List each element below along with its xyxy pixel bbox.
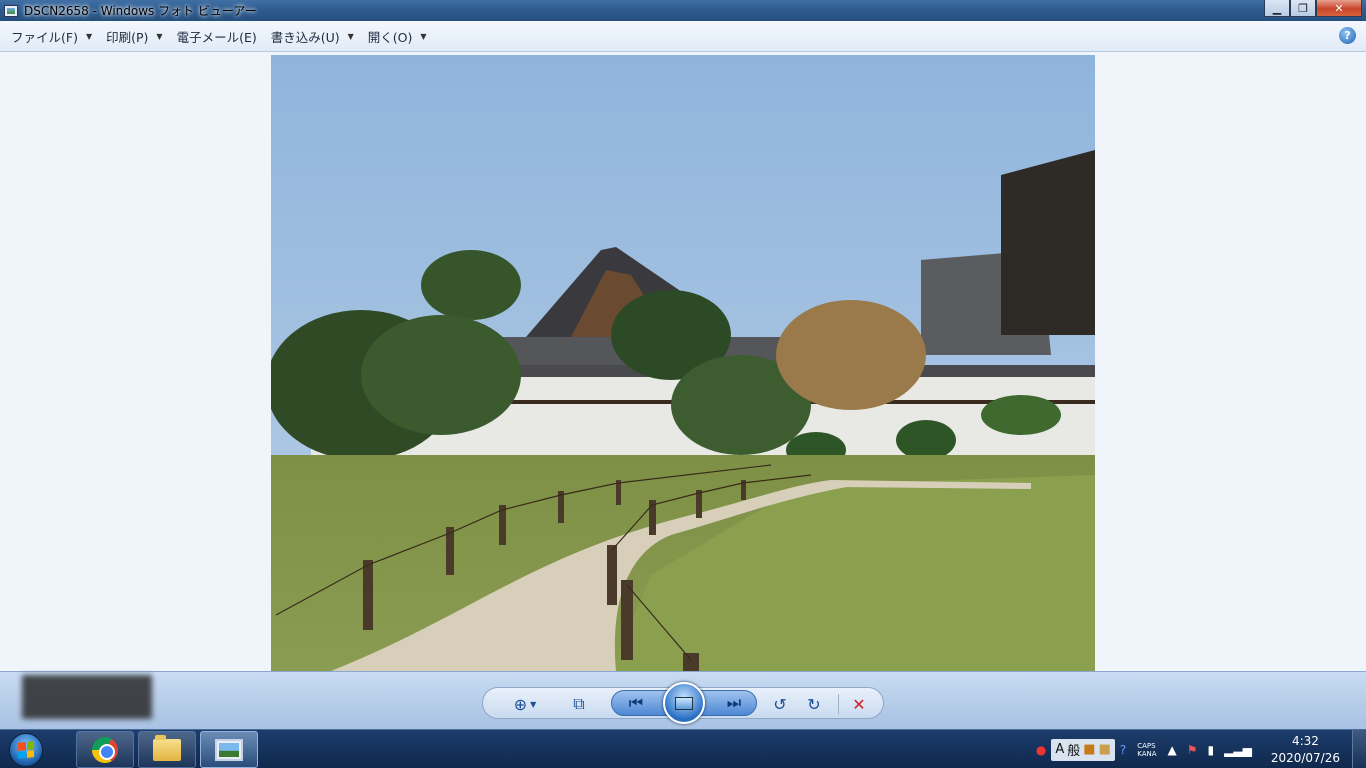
- close-button[interactable]: ✕: [1316, 0, 1362, 17]
- ime-bar[interactable]: A 般 ■ ■: [1051, 738, 1115, 761]
- help-icon: ?: [1344, 29, 1351, 42]
- window-title: DSCN2658 - Windows フォト ビューアー: [24, 4, 257, 18]
- menu-email-label: 電子メール(E): [176, 29, 257, 45]
- delete-button[interactable]: ✕: [847, 693, 871, 715]
- clock-date: 2020/07/26: [1270, 750, 1340, 765]
- ime-tool-icon[interactable]: ■: [1083, 742, 1095, 757]
- photo-viewer-icon: [215, 738, 243, 761]
- start-button[interactable]: [4, 731, 48, 768]
- menu-print-label: 印刷(P): [106, 29, 149, 45]
- chevron-down-icon: ▼: [420, 31, 427, 41]
- kana-label: KANA: [1137, 749, 1157, 758]
- viewer-controls-bar: ⊕ ▼ ⧉ ⏮ ⏭ ↺ ↻ ✕: [0, 671, 1366, 729]
- window-controls: ▁ ❐ ✕: [1264, 0, 1362, 17]
- rotate-right-button[interactable]: ↻: [803, 693, 825, 715]
- chevron-down-icon: ▼: [347, 31, 354, 41]
- fit-window-icon: ⧉: [573, 694, 585, 713]
- menu-open-label: 開く(O): [367, 29, 413, 45]
- garden-photo: [271, 55, 1095, 671]
- displayed-photo[interactable]: [271, 55, 1095, 671]
- menu-bar: ファイル(F) ▼ 印刷(P) ▼ 電子メール(E) 書き込み(U) ▼ 開く(…: [0, 21, 1366, 52]
- zoom-icon: ⊕: [513, 694, 528, 714]
- explorer-icon: [153, 734, 181, 761]
- image-viewer[interactable]: [0, 52, 1366, 671]
- menu-burn[interactable]: 書き込み(U) ▼: [264, 25, 361, 47]
- chevron-down-icon: ▼: [85, 31, 93, 41]
- menu-burn-label: 書き込み(U): [270, 29, 340, 45]
- next-icon: ⏭: [726, 693, 742, 712]
- title-bar: DSCN2658 - Windows フォト ビューアー ▁ ❐ ✕: [0, 0, 1366, 21]
- network-alert-icon[interactable]: ⚑: [1187, 743, 1198, 757]
- menu-print[interactable]: 印刷(P) ▼: [99, 25, 169, 47]
- blurred-thumbnail: [22, 675, 152, 719]
- taskbar-explorer[interactable]: [138, 731, 196, 768]
- taskbar: ● A 般 ■ ■ ? CAPS KANA ▲ ⚑ ▮ ▂▃▅ 4:32 202…: [0, 729, 1366, 768]
- windows-logo-icon: [9, 733, 43, 767]
- actual-size-button[interactable]: ⧉: [567, 693, 591, 715]
- menu-email[interactable]: 電子メール(E): [170, 25, 264, 47]
- device-icon[interactable]: ▮: [1208, 743, 1215, 757]
- menu-open[interactable]: 開く(O) ▼: [361, 25, 434, 47]
- ime-mode[interactable]: A: [1055, 742, 1064, 757]
- restore-icon: ❐: [1298, 1, 1308, 15]
- clock[interactable]: 4:32 2020/07/26: [1271, 733, 1340, 767]
- previous-icon: ⏮: [628, 693, 644, 712]
- zoom-button[interactable]: ⊕ ▼: [509, 693, 541, 715]
- close-icon: ✕: [1334, 1, 1344, 15]
- rotate-right-icon: ↻: [807, 694, 821, 714]
- chevron-down-icon: ▼: [530, 699, 537, 709]
- minimize-icon: ▁: [1272, 1, 1282, 15]
- notification-icon[interactable]: ●: [1036, 743, 1046, 757]
- help-button[interactable]: ?: [1339, 27, 1356, 44]
- rotate-left-icon: ↺: [773, 694, 787, 714]
- chrome-icon: [92, 736, 118, 763]
- previous-button[interactable]: ⏮: [622, 693, 650, 713]
- next-button[interactable]: ⏭: [720, 693, 748, 713]
- signal-icon[interactable]: ▂▃▅: [1224, 743, 1252, 757]
- ime-help-icon[interactable]: ?: [1120, 743, 1126, 757]
- chevron-down-icon: ▼: [156, 31, 163, 41]
- taskbar-chrome[interactable]: [76, 731, 134, 768]
- system-tray: ● A 般 ■ ■ ? CAPS KANA ▲ ⚑ ▮ ▂▃▅ 4:32 202…: [1031, 730, 1366, 768]
- menu-file-label: ファイル(F): [11, 29, 78, 45]
- ime-dictionary-icon[interactable]: ■: [1099, 742, 1111, 757]
- slideshow-button[interactable]: [663, 682, 705, 724]
- delete-icon: ✕: [852, 694, 866, 714]
- minimize-button[interactable]: ▁: [1264, 0, 1290, 17]
- photo-viewer-app-icon[interactable]: [4, 4, 18, 17]
- divider: [838, 694, 839, 714]
- show-hidden-icons-button[interactable]: ▲: [1168, 743, 1177, 757]
- ime-kanji[interactable]: 般: [1067, 740, 1080, 759]
- caps-label: CAPS: [1137, 741, 1156, 750]
- taskbar-photo-viewer[interactable]: [200, 731, 258, 768]
- show-desktop-button[interactable]: [1352, 730, 1366, 768]
- menu-file[interactable]: ファイル(F) ▼: [4, 25, 99, 47]
- rotate-left-button[interactable]: ↺: [769, 693, 791, 715]
- caps-kana-indicator: CAPS KANA: [1137, 742, 1156, 758]
- clock-time: 4:32: [1291, 733, 1319, 748]
- playback-controls: ⊕ ▼ ⧉ ⏮ ⏭ ↺ ↻ ✕: [482, 682, 884, 724]
- restore-button[interactable]: ❐: [1290, 0, 1316, 17]
- slideshow-icon: [675, 696, 693, 710]
